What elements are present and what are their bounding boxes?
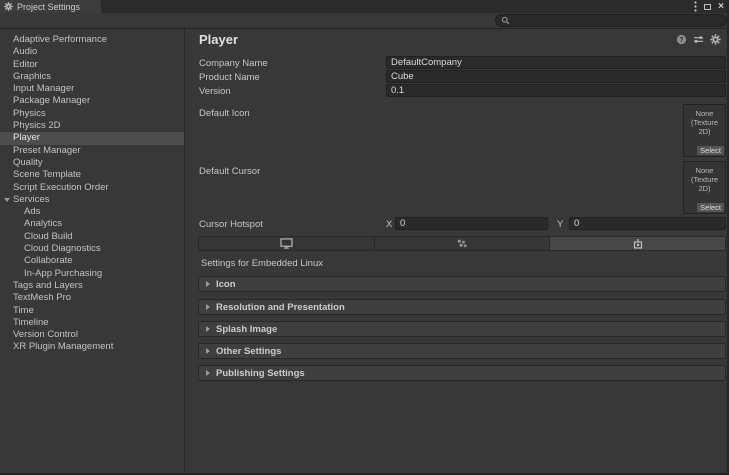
section-label: Other Settings: [216, 346, 281, 357]
desktop-platform-tab[interactable]: [198, 236, 374, 251]
cursor-hotspot-x-field[interactable]: [395, 217, 548, 230]
sidebar-item-time[interactable]: Time: [0, 305, 184, 317]
project-settings-window: Project Settings ×: [0, 0, 729, 475]
sidebar-item-cloud-build[interactable]: Cloud Build: [0, 231, 184, 243]
cursor-hotspot-y-field[interactable]: [569, 217, 726, 230]
search-icon: [501, 16, 510, 25]
cursor-hotspot-label: Cursor Hotspot: [199, 219, 263, 230]
window-title: Project Settings: [17, 2, 80, 12]
sidebar-item-graphics[interactable]: Graphics: [0, 71, 184, 83]
foldout-collapsed-icon: [206, 281, 210, 287]
version-field[interactable]: [386, 84, 726, 97]
other-settings-section-header[interactable]: Other Settings: [198, 343, 726, 359]
x-axis-label: X: [386, 219, 392, 230]
presets-icon[interactable]: [692, 33, 704, 45]
resolution-and-presentation-section-header[interactable]: Resolution and Presentation: [198, 299, 726, 315]
section-label: Resolution and Presentation: [216, 302, 345, 313]
sidebar-item-textmesh-pro[interactable]: TextMesh Pro: [0, 292, 184, 304]
foldout-collapsed-icon: [206, 304, 210, 310]
gear-icon: [4, 2, 13, 11]
search-input[interactable]: [510, 15, 721, 26]
sidebar-item-ads[interactable]: Ads: [0, 206, 184, 218]
product-name-label: Product Name: [199, 72, 260, 83]
toolbar: [0, 13, 727, 29]
desktop-platform-icon: [280, 238, 293, 249]
object-picker-type: (Texture 2D): [684, 118, 725, 136]
page-title: Player: [199, 32, 238, 47]
default-cursor-object-picker[interactable]: None (Texture 2D) Select: [683, 161, 726, 214]
version-label: Version: [199, 86, 231, 97]
sidebar-item-tags-and-layers[interactable]: Tags and Layers: [0, 280, 184, 292]
default-icon-object-picker[interactable]: None (Texture 2D) Select: [683, 104, 726, 157]
foldout-collapsed-icon: [206, 348, 210, 354]
default-icon-label: Default Icon: [199, 108, 250, 119]
object-picker-none: None: [684, 166, 725, 175]
sidebar-item-cloud-diagnostics[interactable]: Cloud Diagnostics: [0, 243, 184, 255]
dedicated-server-platform-icon: [456, 238, 469, 249]
sidebar-item-package-manager[interactable]: Package Manager: [0, 95, 184, 107]
sidebar-item-collaborate[interactable]: Collaborate: [0, 255, 184, 267]
sidebar-item-label: Services: [13, 194, 49, 205]
sidebar-item-physics-2d[interactable]: Physics 2D: [0, 120, 184, 132]
settings-sidebar: Adaptive Performance Audio Editor Graphi…: [0, 29, 185, 472]
icon-section-header[interactable]: Icon: [198, 276, 726, 292]
svg-text:?: ?: [679, 35, 684, 44]
foldout-expanded-icon[interactable]: [4, 198, 10, 202]
settings-for-label: Settings for Embedded Linux: [201, 258, 323, 269]
splash-image-section-header[interactable]: Splash Image: [198, 321, 726, 337]
sidebar-item-editor[interactable]: Editor: [0, 59, 184, 71]
kebab-menu-icon[interactable]: [694, 1, 697, 12]
sidebar-item-in-app-purchasing[interactable]: In-App Purchasing: [0, 268, 184, 280]
default-icon-select-button[interactable]: Select: [697, 146, 724, 155]
sidebar-item-adaptive-performance[interactable]: Adaptive Performance: [0, 34, 184, 46]
platform-tab-bar: [198, 236, 726, 251]
dedicated-server-platform-tab[interactable]: [374, 236, 550, 251]
default-cursor-select-button[interactable]: Select: [697, 203, 724, 212]
company-name-label: Company Name: [199, 58, 268, 69]
y-axis-label: Y: [557, 219, 563, 230]
close-icon[interactable]: ×: [718, 2, 724, 12]
publishing-settings-section-header[interactable]: Publishing Settings: [198, 365, 726, 381]
foldout-collapsed-icon: [206, 370, 210, 376]
search-box[interactable]: [495, 14, 727, 27]
sidebar-item-script-execution-order[interactable]: Script Execution Order: [0, 182, 184, 194]
sidebar-item-scene-template[interactable]: Scene Template: [0, 169, 184, 181]
player-settings-panel: Player ?: [185, 29, 727, 472]
sidebar-item-version-control[interactable]: Version Control: [0, 329, 184, 341]
gear-icon[interactable]: [709, 33, 721, 45]
object-picker-none: None: [684, 109, 725, 118]
default-cursor-label: Default Cursor: [199, 166, 260, 177]
object-picker-type: (Texture 2D): [684, 175, 725, 193]
embedded-linux-platform-tab[interactable]: [549, 236, 726, 251]
sidebar-item-physics[interactable]: Physics: [0, 108, 184, 120]
section-label: Publishing Settings: [216, 368, 305, 379]
section-label: Icon: [216, 279, 236, 290]
product-name-field[interactable]: [386, 70, 726, 83]
maximize-icon[interactable]: [704, 4, 711, 10]
header-icons: ?: [675, 33, 721, 45]
sidebar-item-player[interactable]: Player: [0, 132, 184, 144]
sidebar-item-timeline[interactable]: Timeline: [0, 317, 184, 329]
sidebar-item-services[interactable]: Services: [0, 194, 184, 206]
help-icon[interactable]: ?: [675, 33, 687, 45]
embedded-linux-platform-icon: [632, 238, 644, 250]
company-name-field[interactable]: [386, 56, 726, 69]
sidebar-item-audio[interactable]: Audio: [0, 46, 184, 58]
sidebar-item-xr-plugin-management[interactable]: XR Plugin Management: [0, 341, 184, 353]
window-titlebar: Project Settings ×: [0, 0, 727, 13]
sidebar-item-preset-manager[interactable]: Preset Manager: [0, 145, 184, 157]
window-controls: ×: [694, 0, 724, 13]
project-settings-tab[interactable]: Project Settings: [0, 0, 101, 13]
sidebar-item-analytics[interactable]: Analytics: [0, 218, 184, 230]
sidebar-item-input-manager[interactable]: Input Manager: [0, 83, 184, 95]
foldout-collapsed-icon: [206, 326, 210, 332]
section-label: Splash Image: [216, 324, 277, 335]
sidebar-item-quality[interactable]: Quality: [0, 157, 184, 169]
